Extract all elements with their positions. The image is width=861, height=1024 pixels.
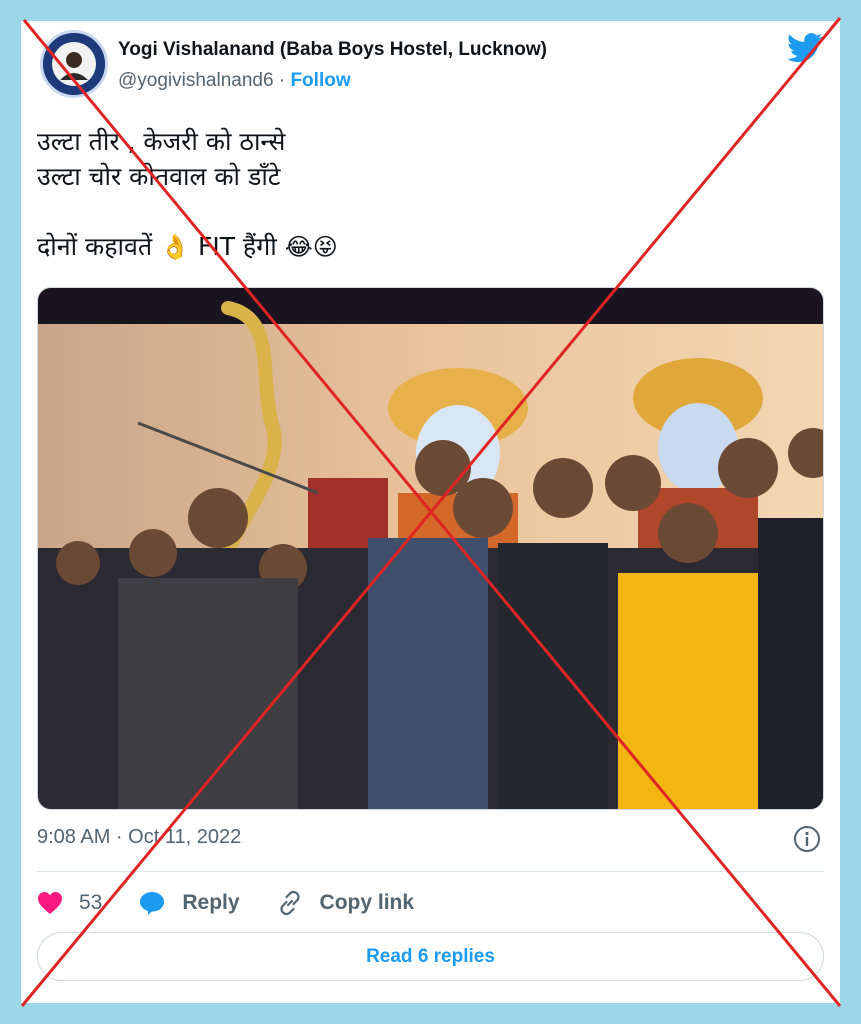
- info-icon[interactable]: [793, 825, 821, 853]
- author-handle-row: @yogivishalnand6 · Follow: [118, 70, 351, 92]
- avatar-image: [43, 33, 105, 95]
- tweet-line-3: दोनों कहावतें 👌 FIT हैंगी 😂😝: [37, 229, 817, 265]
- avatar[interactable]: [40, 30, 108, 98]
- read-replies-button[interactable]: Read 6 replies: [37, 932, 824, 981]
- link-icon: [279, 890, 300, 916]
- tweet-line-1: उल्टा तीर , केजरी को ठान्से: [37, 127, 286, 156]
- like-button[interactable]: 53: [37, 891, 102, 915]
- ok-hand-emoji: 👌: [160, 233, 190, 261]
- reply-button[interactable]: Reply: [138, 890, 240, 916]
- heart-icon: [38, 892, 62, 914]
- tweet-text: उल्टा तीर , केजरी को ठान्से उल्टा चोर को…: [37, 124, 817, 265]
- tweet-card: Yogi Vishalanand (Baba Boys Hostel, Luck…: [21, 21, 840, 1003]
- reply-label: Reply: [182, 891, 240, 914]
- action-bar: 53 Reply Copy link: [37, 885, 450, 921]
- tweet-line-3-text: दोनों कहावतें: [37, 232, 153, 261]
- twitter-bird-icon[interactable]: [787, 33, 823, 63]
- tweet-photo[interactable]: [37, 287, 824, 810]
- divider: [37, 871, 824, 872]
- separator-dot: ·: [278, 70, 286, 91]
- copy-link-label: Copy link: [319, 891, 415, 914]
- author-handle[interactable]: @yogivishalnand6: [118, 70, 274, 91]
- follow-button[interactable]: Follow: [290, 70, 350, 91]
- like-count: 53: [79, 891, 103, 914]
- author-name[interactable]: Yogi Vishalanand (Baba Boys Hostel, Luck…: [118, 39, 547, 61]
- tweet-line-2: उल्टा चोर कोतवाल को डाँटे: [37, 162, 281, 191]
- tweet-line-3-fit: FIT हैंगी: [197, 232, 277, 261]
- photo-illustration: [38, 288, 823, 809]
- reply-bubble-icon: [140, 892, 165, 915]
- laughing-emoji: 😂😝: [284, 233, 338, 261]
- tweet-timestamp[interactable]: 9:08 AM · Oct 11, 2022: [37, 826, 241, 849]
- copy-link-button[interactable]: Copy link: [276, 889, 415, 917]
